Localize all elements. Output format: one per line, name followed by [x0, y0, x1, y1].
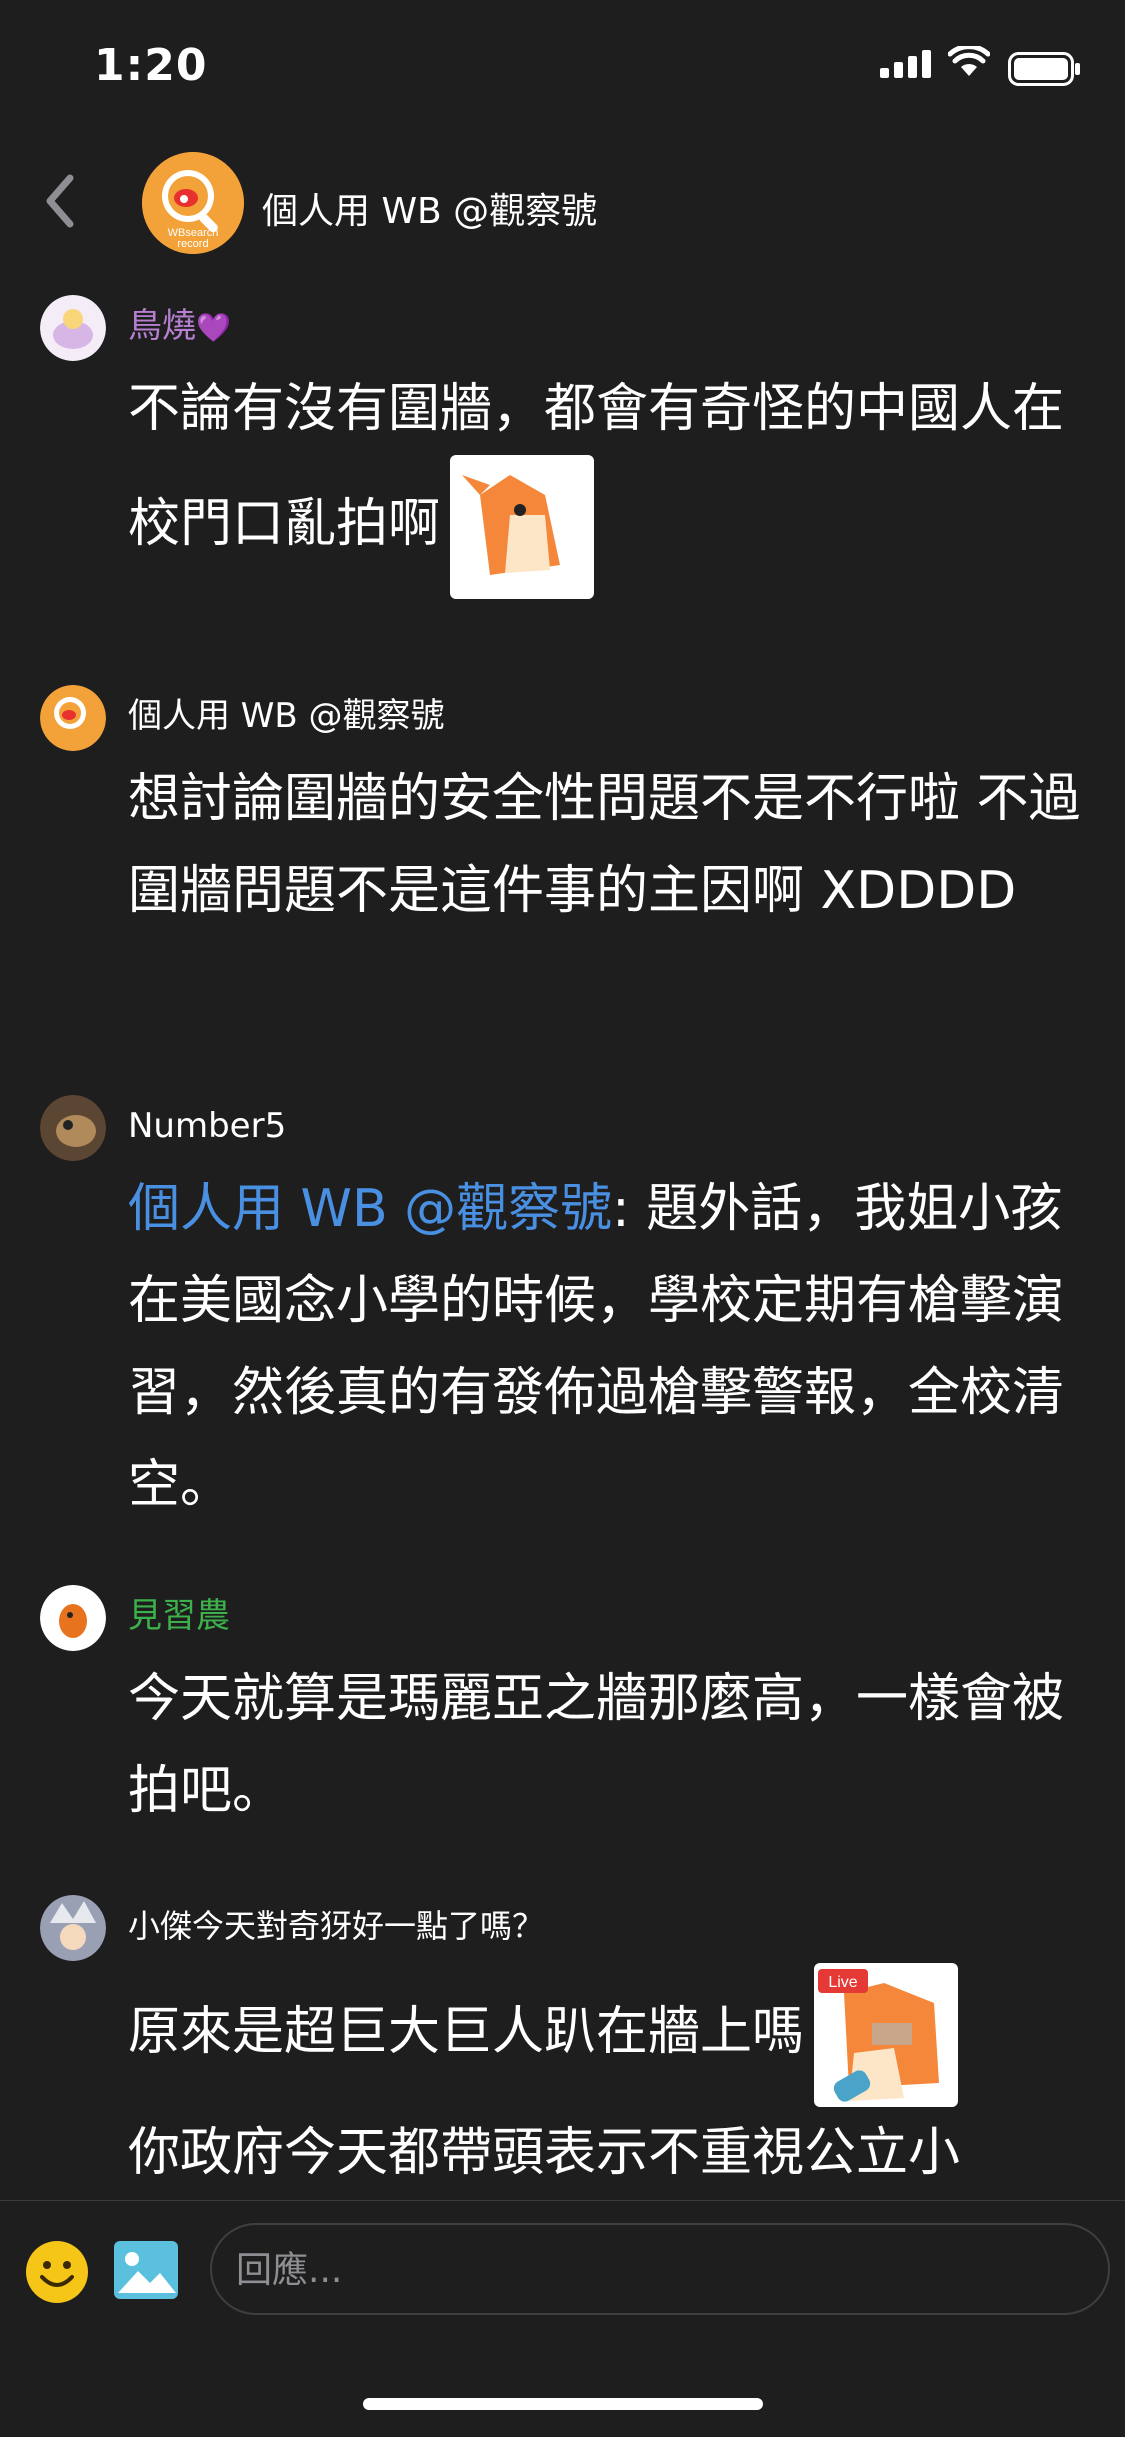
- image-icon[interactable]: [112, 2239, 180, 2301]
- message-text: 想討論圍牆的安全性問題不是不行啦 不過圍牆問題不是這件事的主因啊 XDDDD: [128, 769, 1081, 921]
- battery-icon: [1008, 52, 1080, 86]
- username[interactable]: 見習農: [128, 1575, 1095, 1645]
- message-text: 今天就算是瑪麗亞之牆那麼高，一樣會被拍吧。: [128, 1669, 1065, 1821]
- channel-logo[interactable]: WBsearch record: [142, 152, 244, 254]
- fox-sticker: [450, 455, 595, 599]
- avatar[interactable]: [40, 1095, 106, 1161]
- username[interactable]: Number5: [128, 1085, 1095, 1155]
- message-item: 鳥燒💜 不論有沒有圍牆，都會有奇怪的中國人在校門口亂拍啊: [0, 285, 1125, 675]
- chat-header: WBsearch record 個人用 WB @觀察號: [0, 140, 1125, 270]
- heart-icon: 💜: [196, 311, 231, 344]
- username[interactable]: 個人用 WB @觀察號: [128, 675, 1095, 745]
- weibo-search-icon: WBsearch record: [142, 152, 244, 254]
- home-indicator[interactable]: [363, 2398, 763, 2410]
- status-time: 1:20: [94, 40, 208, 91]
- message-item: 個人用 WB @觀察號 想討論圍牆的安全性問題不是不行啦 不過圍牆問題不是這件事…: [0, 675, 1125, 1085]
- reply-input[interactable]: 回應...: [210, 2223, 1110, 2315]
- message-item: Number5 個人用 WB @觀察號: 題外話，我姐小孩在美國念小學的時候，學…: [0, 1085, 1125, 1575]
- message-item: 見習農 今天就算是瑪麗亞之牆那麼高，一樣會被拍吧。: [0, 1575, 1125, 1885]
- avatar[interactable]: [40, 295, 106, 361]
- message-text: 不論有沒有圍牆，都會有奇怪的中國人在校門口亂拍啊: [128, 363, 1095, 599]
- live-badge: Live: [828, 1974, 857, 1991]
- username[interactable]: 鳥燒💜: [128, 285, 1095, 355]
- avatar[interactable]: [40, 1585, 106, 1651]
- avatar[interactable]: [40, 1895, 106, 1961]
- message-text: 個人用 WB @觀察號: 題外話，我姐小孩在美國念小學的時候，學校定期有槍擊演習…: [128, 1179, 1065, 1515]
- mention-link[interactable]: 個人用 WB @觀察號: [128, 1179, 612, 1239]
- avatar[interactable]: [40, 685, 106, 751]
- status-bar: 1:20: [0, 0, 1125, 130]
- wifi-icon: [948, 46, 990, 76]
- message-text: 原來是超巨大巨人趴在牆上嗎 Live 你政府今天都帶頭表示不重視公立小: [128, 1963, 1095, 2199]
- signal-icon: [880, 50, 931, 78]
- fox-live-sticker: Live: [814, 1963, 959, 2107]
- message-item: 小傑今天對奇犽好一點了嗎？ 原來是超巨大巨人趴在牆上嗎 Live 你政府今天都帶…: [0, 1885, 1125, 2200]
- message-list[interactable]: 鳥燒💜 不論有沒有圍牆，都會有奇怪的中國人在校門口亂拍啊 個人用 WB @觀察號…: [0, 285, 1125, 2200]
- svg-text:record: record: [177, 238, 208, 250]
- username[interactable]: 小傑今天對奇犽好一點了嗎？: [128, 1885, 1095, 1955]
- smiley-icon[interactable]: [24, 2239, 90, 2305]
- chevron-left-icon[interactable]: [40, 170, 80, 232]
- channel-title[interactable]: 個人用 WB @觀察號: [262, 182, 597, 234]
